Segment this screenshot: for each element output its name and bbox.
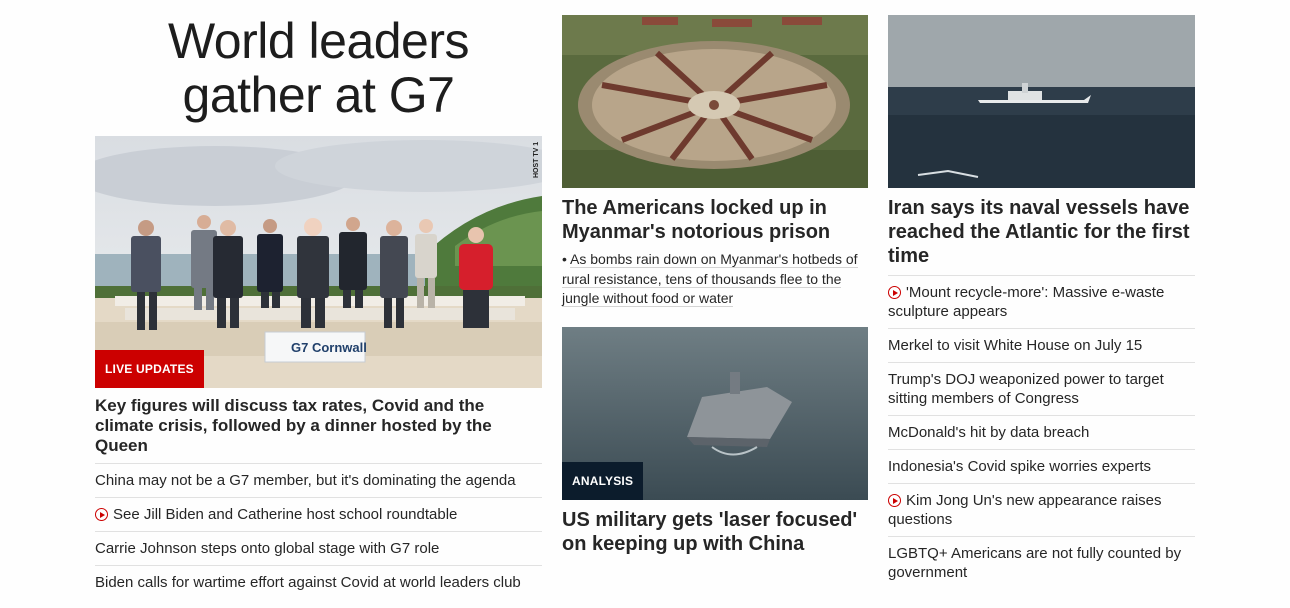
hero-image[interactable]: G7 Cornwall HOST TV 1 LIVE UPDATES xyxy=(95,136,542,388)
play-video-icon xyxy=(888,494,901,507)
list-item[interactable]: McDonald's hit by data breach xyxy=(888,415,1195,449)
list-item-text[interactable]: 'Mount recycle-more': Massive e-waste sc… xyxy=(888,284,1164,320)
list-item-text[interactable]: Trump's DOJ weaponized power to target s… xyxy=(888,371,1164,407)
teaser-text[interactable]: As bombs rain down on Myanmar's hotbeds … xyxy=(562,251,858,307)
middle-column: The Americans locked up in Myanmar's not… xyxy=(562,0,868,555)
analysis-badge[interactable]: ANALYSIS xyxy=(562,462,644,500)
carrier-image[interactable]: ANALYSIS xyxy=(562,327,868,500)
section-title[interactable]: World leaders gather at G7 xyxy=(95,14,542,122)
list-item-text[interactable]: China may not be a G7 member, but it's d… xyxy=(95,472,516,489)
hero-watermark: HOST TV 1 xyxy=(533,142,540,178)
list-item[interactable]: China may not be a G7 member, but it's d… xyxy=(95,463,542,497)
play-video-icon xyxy=(888,286,901,299)
myanmar-prison-image[interactable] xyxy=(562,15,868,188)
iran-naval-image[interactable] xyxy=(888,15,1195,188)
list-item[interactable]: Merkel to visit White House on July 15 xyxy=(888,328,1195,362)
list-item-text[interactable]: LGBTQ+ Americans are not fully counted b… xyxy=(888,545,1181,581)
list-item-text[interactable]: Indonesia's Covid spike worries experts xyxy=(888,458,1151,475)
news-list: 'Mount recycle-more': Massive e-waste sc… xyxy=(888,275,1195,589)
bullet: • xyxy=(562,251,567,267)
myanmar-teaser[interactable]: • As bombs rain down on Myanmar's hotbed… xyxy=(562,250,868,309)
list-item[interactable]: LGBTQ+ Americans are not fully counted b… xyxy=(888,536,1195,589)
list-item-text[interactable]: Carrie Johnson steps onto global stage w… xyxy=(95,540,439,557)
related-list: China may not be a G7 member, but it's d… xyxy=(95,463,542,599)
list-item[interactable]: Carrie Johnson steps onto global stage w… xyxy=(95,531,542,565)
list-item-text[interactable]: See Jill Biden and Catherine host school… xyxy=(113,506,457,523)
top-story-column: World leaders gather at G7 G7 Cornwall H… xyxy=(95,0,542,599)
play-video-icon xyxy=(95,508,108,521)
live-updates-badge[interactable]: LIVE UPDATES xyxy=(95,350,204,388)
g7-banner: G7 Cornwall xyxy=(291,340,367,355)
list-item[interactable]: Biden calls for wartime effort against C… xyxy=(95,565,542,599)
list-item-text[interactable]: Merkel to visit White House on July 15 xyxy=(888,337,1142,354)
list-item-text[interactable]: Kim Jong Un's new appearance raises ques… xyxy=(888,492,1162,528)
list-item[interactable]: Kim Jong Un's new appearance raises ques… xyxy=(888,483,1195,536)
prison-aerial-photo xyxy=(562,15,868,188)
list-item[interactable]: See Jill Biden and Catherine host school… xyxy=(95,497,542,531)
list-item-text[interactable]: Biden calls for wartime effort against C… xyxy=(95,574,521,591)
myanmar-headline[interactable]: The Americans locked up in Myanmar's not… xyxy=(562,196,868,244)
top-story-headline[interactable]: Key figures will discuss tax rates, Covi… xyxy=(95,396,542,456)
list-item[interactable]: Trump's DOJ weaponized power to target s… xyxy=(888,362,1195,415)
right-column: Iran says its naval vessels have reached… xyxy=(888,0,1195,589)
list-item[interactable]: 'Mount recycle-more': Massive e-waste sc… xyxy=(888,275,1195,328)
carrier-headline[interactable]: US military gets 'laser focused' on keep… xyxy=(562,508,868,556)
list-item-text[interactable]: McDonald's hit by data breach xyxy=(888,424,1089,441)
list-item[interactable]: Indonesia's Covid spike worries experts xyxy=(888,449,1195,483)
naval-vessel-photo xyxy=(888,15,1195,188)
iran-headline[interactable]: Iran says its naval vessels have reached… xyxy=(888,196,1195,268)
